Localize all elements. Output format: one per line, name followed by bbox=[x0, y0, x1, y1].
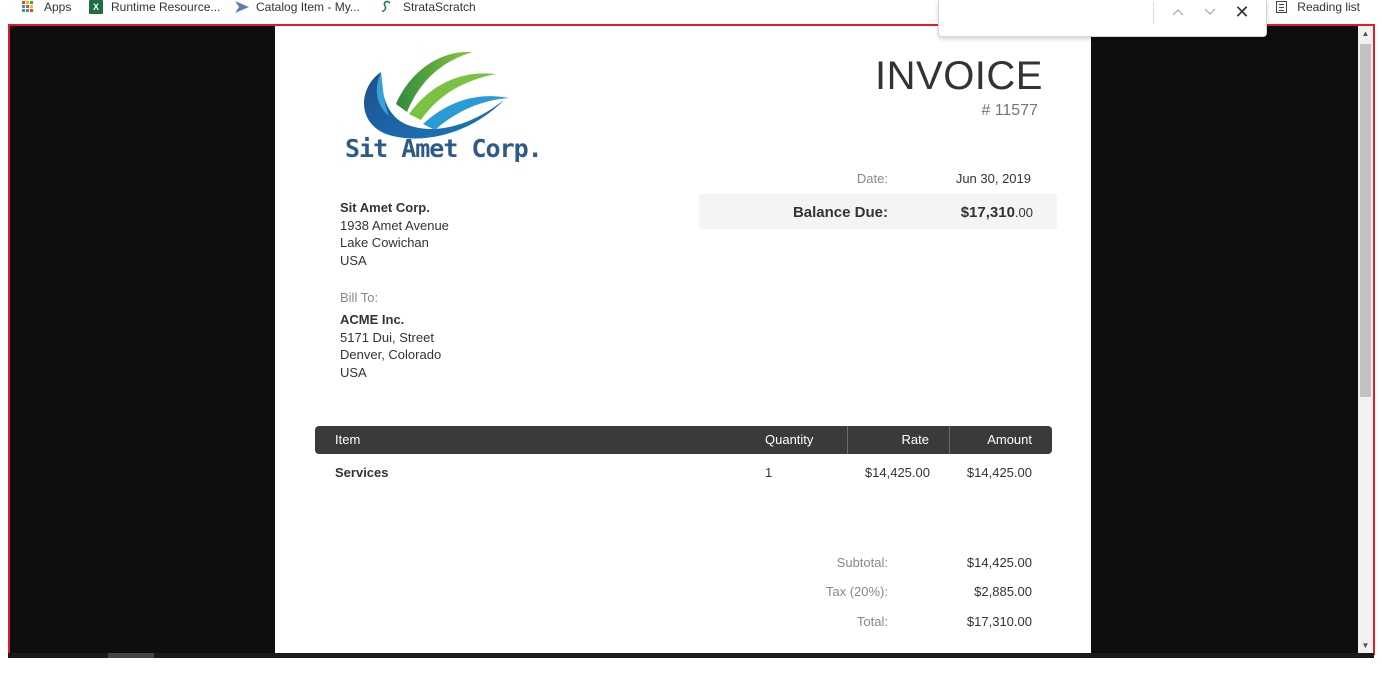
reading-list-button[interactable]: Reading list bbox=[1276, 0, 1360, 14]
row-rate: $14,425.00 bbox=[864, 465, 930, 480]
scrollbar-thumb[interactable] bbox=[1360, 44, 1371, 397]
balance-whole: $17,310 bbox=[960, 204, 1015, 221]
balance-due-box: Balance Due: $17,310.00 bbox=[699, 194, 1057, 229]
bookmark-label: StrataScratch bbox=[403, 0, 476, 14]
bookmark-apps[interactable]: Apps bbox=[22, 0, 71, 14]
date-label: Date: bbox=[856, 171, 888, 186]
apps-grid-icon bbox=[22, 0, 36, 14]
taskbar-strip bbox=[8, 653, 1374, 658]
total-label: Total: bbox=[856, 614, 888, 629]
items-table-header: Item Quantity Rate Amount bbox=[315, 426, 1052, 454]
subtotal-value: $14,425.00 bbox=[966, 555, 1032, 570]
bookmark-label: Runtime Resource... bbox=[111, 0, 221, 14]
sender-name: Sit Amet Corp. bbox=[340, 200, 430, 215]
reading-list-label: Reading list bbox=[1297, 0, 1360, 14]
invoice-title: INVOICE bbox=[875, 54, 1043, 98]
find-close-button[interactable]: ✕ bbox=[1231, 2, 1253, 22]
recipient-address-line: Denver, Colorado bbox=[340, 347, 442, 362]
total-value: $17,310.00 bbox=[966, 614, 1032, 629]
column-header-rate: Rate bbox=[901, 432, 929, 447]
balance-cents: .00 bbox=[1014, 205, 1033, 220]
scroll-down-arrow-icon[interactable]: ▼ bbox=[1358, 638, 1373, 653]
invoice-number: # 11577 bbox=[981, 102, 1038, 119]
taskbar-item[interactable] bbox=[108, 653, 154, 658]
table-row: Services 1 $14,425.00 $14,425.00 bbox=[315, 465, 1052, 485]
sender-address-line: Lake Cowichan bbox=[340, 235, 429, 250]
close-icon: ✕ bbox=[1234, 2, 1250, 22]
vertical-scrollbar[interactable]: ▲ ▼ bbox=[1358, 26, 1373, 653]
find-previous-button[interactable] bbox=[1167, 2, 1189, 22]
row-quantity: 1 bbox=[765, 465, 773, 480]
date-value: Jun 30, 2019 bbox=[955, 171, 1031, 186]
recipient-address-line: 5171 Dui, Street bbox=[340, 329, 434, 345]
balance-due-label: Balance Due: bbox=[792, 204, 888, 221]
row-item: Services bbox=[335, 465, 389, 480]
stratascratch-icon bbox=[381, 0, 395, 14]
company-logo-text: Sit Amet Corp. bbox=[345, 134, 543, 163]
chevron-down-icon bbox=[1204, 8, 1216, 15]
servicenow-icon bbox=[234, 0, 249, 14]
column-divider bbox=[847, 426, 848, 454]
row-amount: $14,425.00 bbox=[966, 465, 1032, 480]
pdf-viewer[interactable]: Sit Amet Corp. INVOICE # 11577 Date: Jun… bbox=[8, 24, 1375, 655]
reading-list-icon bbox=[1276, 1, 1288, 13]
tax-label: Tax (20%): bbox=[825, 584, 888, 599]
find-bar: ✕ bbox=[938, 0, 1267, 37]
invoice-page: Sit Amet Corp. INVOICE # 11577 Date: Jun… bbox=[275, 26, 1091, 653]
tax-value: $2,885.00 bbox=[974, 584, 1032, 599]
recipient-name: ACME Inc. bbox=[340, 312, 405, 327]
sender-address-line: USA bbox=[340, 252, 367, 268]
bookmark-label: Catalog Item - My... bbox=[256, 0, 360, 14]
recipient-address: ACME Inc. 5171 Dui, Street Denver, Color… bbox=[340, 311, 441, 381]
column-header-item: Item bbox=[335, 432, 361, 447]
scroll-up-arrow-icon[interactable]: ▲ bbox=[1358, 26, 1373, 41]
subtotal-label: Subtotal: bbox=[836, 555, 888, 570]
sender-address-line: 1938 Amet Avenue bbox=[340, 217, 449, 233]
column-divider bbox=[949, 426, 950, 454]
column-header-amount: Amount bbox=[987, 432, 1032, 447]
bill-to-label: Bill To: bbox=[340, 290, 379, 305]
balance-due-value: $17,310.00 bbox=[961, 204, 1033, 221]
bookmark-stratascratch[interactable]: StrataScratch bbox=[381, 0, 476, 14]
excel-icon: X bbox=[89, 0, 103, 14]
bookmark-catalog-item[interactable]: Catalog Item - My... bbox=[234, 0, 360, 14]
chevron-up-icon bbox=[1172, 9, 1184, 16]
bookmark-label: Apps bbox=[44, 0, 72, 14]
find-next-button[interactable] bbox=[1199, 2, 1221, 22]
recipient-address-line: USA bbox=[340, 364, 367, 380]
column-header-quantity: Quantity bbox=[765, 432, 814, 447]
sender-address: Sit Amet Corp. 1938 Amet Avenue Lake Cow… bbox=[340, 199, 449, 269]
bookmark-runtime-resource[interactable]: X Runtime Resource... bbox=[89, 0, 220, 14]
find-bar-divider bbox=[1153, 2, 1154, 24]
